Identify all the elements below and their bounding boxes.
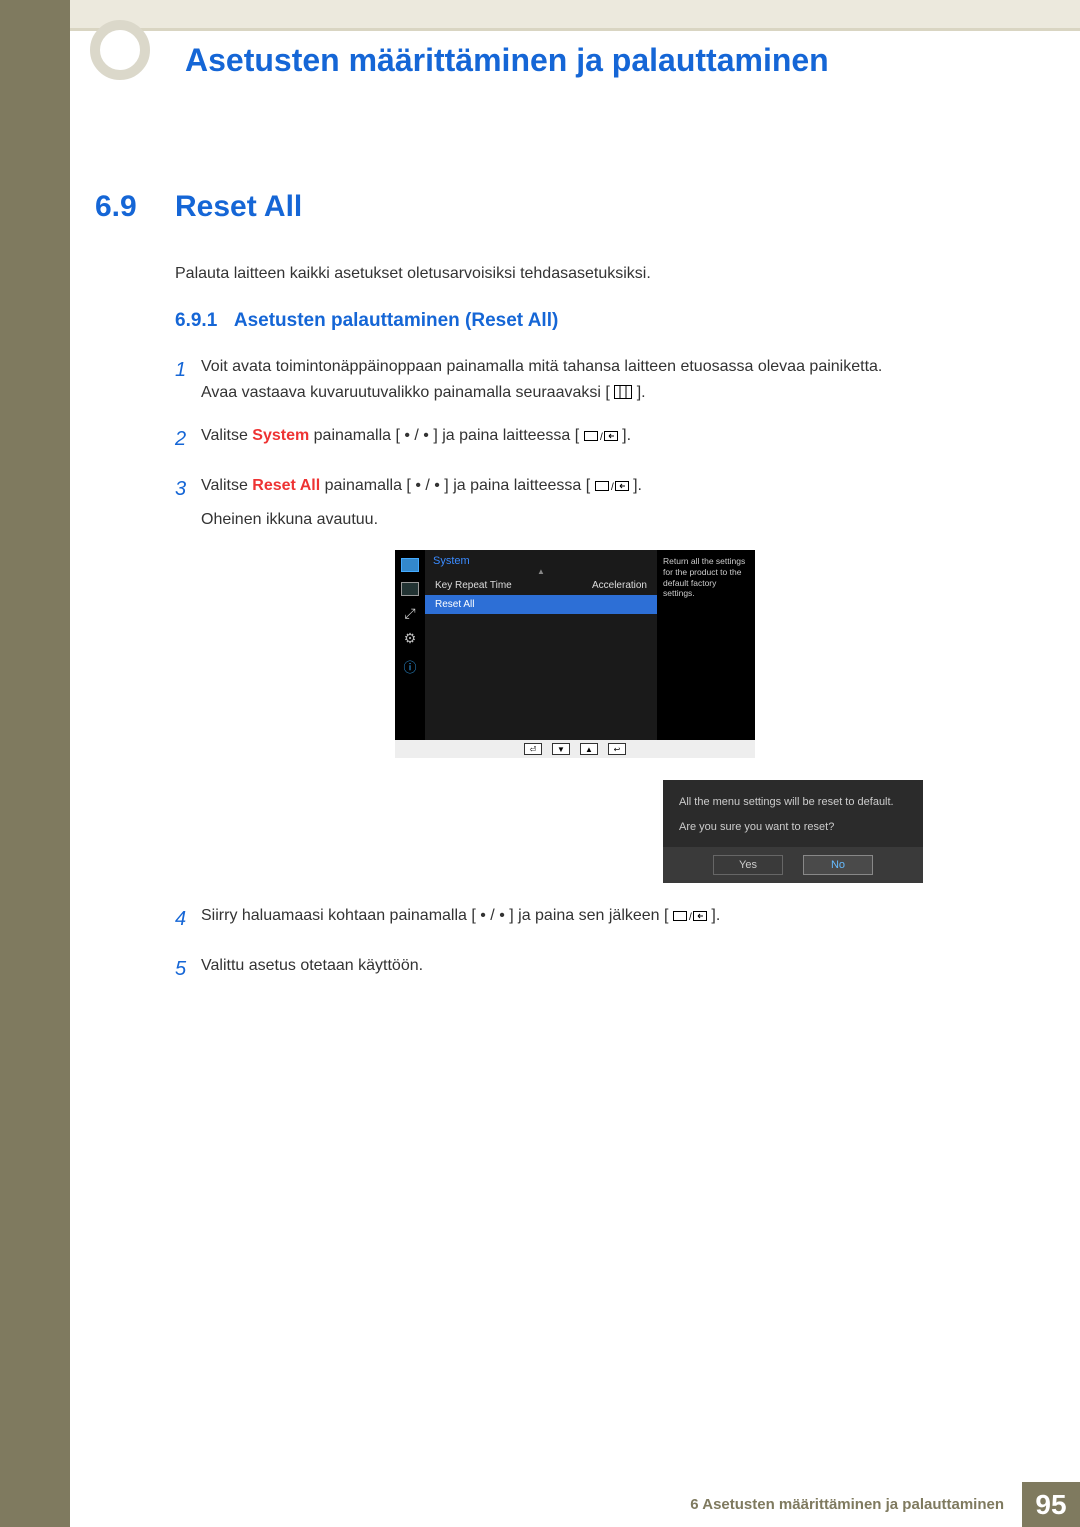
- rect-enter-icon: /: [584, 429, 618, 443]
- rect-enter-icon: /: [673, 909, 707, 923]
- page-footer: 6 Asetusten määrittäminen ja palauttamin…: [672, 1482, 1080, 1527]
- step-number: 1: [175, 354, 201, 405]
- osd-tab-picture-icon: [401, 558, 419, 572]
- osd-tab-settings-icon: ⚙: [404, 630, 417, 647]
- osd-item-label: Reset All: [435, 599, 474, 610]
- step-text: ].: [633, 477, 642, 494]
- dialog-yes-button: Yes: [713, 855, 783, 875]
- subsection-title: Asetusten palauttaminen (Reset All): [234, 310, 558, 331]
- osd-nav-down-icon: ▼: [552, 743, 570, 755]
- chapter-title: Asetusten määrittäminen ja palauttaminen: [185, 42, 829, 79]
- step-number: 3: [175, 473, 201, 532]
- svg-text:/: /: [611, 482, 614, 493]
- step-1: 1 Voit avata toimintonäppäinoppaan paina…: [175, 354, 995, 405]
- osd-nav-back-icon: ↩: [608, 743, 626, 755]
- footer-page-number: 95: [1022, 1482, 1080, 1527]
- subsection-heading: 6.9.1 Asetusten palauttaminen (Reset All…: [175, 310, 995, 332]
- osd-sidebar: ⤢ ⚙ ⓘ: [395, 550, 425, 740]
- step-text: Avaa vastaava kuvaruutuvalikko painamall…: [201, 384, 610, 401]
- svg-text:/: /: [689, 912, 692, 923]
- osd-help-text: Return all the settings for the product …: [657, 550, 755, 740]
- step-number: 5: [175, 953, 201, 985]
- step-number: 4: [175, 903, 201, 935]
- osd-item-reset-all: Reset All: [425, 595, 657, 614]
- footer-chapter-label: 6 Asetusten määrittäminen ja palauttamin…: [672, 1482, 1022, 1527]
- step-4: 4 Siirry haluamaasi kohtaan painamalla […: [175, 903, 995, 935]
- dialog-message: All the menu settings will be reset to d…: [663, 780, 923, 821]
- highlight-system: System: [252, 427, 309, 444]
- step-text: Valitse: [201, 427, 252, 444]
- sidebar-strip: [0, 0, 70, 1527]
- subsection-number: 6.9.1: [175, 310, 217, 331]
- menu-icon: [614, 385, 632, 399]
- step-text: Valitse: [201, 477, 252, 494]
- step-2: 2 Valitse System painamalla [ • / • ] ja…: [175, 423, 995, 455]
- osd-tab-info-icon: ⓘ: [403, 657, 416, 676]
- highlight-resetall: Reset All: [252, 477, 320, 494]
- chapter-badge: [90, 20, 150, 80]
- step-text: ].: [711, 907, 720, 924]
- step-number: 2: [175, 423, 201, 455]
- content-area: 6.9 Reset All Palauta laitteen kaikki as…: [95, 190, 995, 1003]
- step-3: 3 Valitse Reset All painamalla [ • / • ]…: [175, 473, 995, 532]
- step-text: ].: [622, 427, 631, 444]
- osd-tab-color-icon: [401, 582, 419, 596]
- step-text: Voit avata toimintonäppäinoppaan painama…: [201, 358, 882, 375]
- steps-list: 1 Voit avata toimintonäppäinoppaan paina…: [175, 354, 995, 532]
- confirm-dialog: All the menu settings will be reset to d…: [663, 780, 923, 883]
- step-text: Oheinen ikkuna avautuu.: [201, 511, 378, 528]
- osd-tab-size-icon: ⤢: [401, 606, 419, 620]
- svg-text:/: /: [600, 432, 603, 443]
- dialog-no-button: No: [803, 855, 873, 875]
- osd-item-value: Acceleration: [592, 580, 647, 591]
- section-number: 6.9: [95, 190, 175, 224]
- top-accent: [70, 28, 1080, 31]
- rect-enter-icon: /: [595, 479, 629, 493]
- step-text: painamalla [ • / • ] ja paina laitteessa…: [309, 427, 579, 444]
- osd-item-key-repeat: Key Repeat Time Acceleration: [425, 576, 657, 595]
- step-text: Valittu asetus otetaan käyttöön.: [201, 953, 995, 985]
- section-heading: 6.9 Reset All: [95, 190, 995, 224]
- step-text: painamalla [ • / • ] ja paina laitteessa…: [320, 477, 590, 494]
- step-5: 5 Valittu asetus otetaan käyttöön.: [175, 953, 995, 985]
- section-intro: Palauta laitteen kaikki asetukset oletus…: [175, 262, 995, 286]
- step-text: Siirry haluamaasi kohtaan painamalla [ •…: [201, 907, 668, 924]
- osd-nav-enter-icon: ⏎: [524, 743, 542, 755]
- osd-navbar: ⏎ ▼ ▲ ↩: [395, 740, 755, 758]
- dialog-question: Are you sure you want to reset?: [663, 821, 923, 847]
- osd-screenshot: ⤢ ⚙ ⓘ System ▲ Key Repeat Time Accelerat…: [395, 550, 755, 883]
- step-text: ].: [637, 384, 646, 401]
- osd-scroll-up-icon: ▲: [425, 567, 657, 576]
- section-title: Reset All: [175, 190, 302, 224]
- osd-nav-up-icon: ▲: [580, 743, 598, 755]
- top-strip: [70, 0, 1080, 30]
- osd-item-label: Key Repeat Time: [435, 580, 512, 591]
